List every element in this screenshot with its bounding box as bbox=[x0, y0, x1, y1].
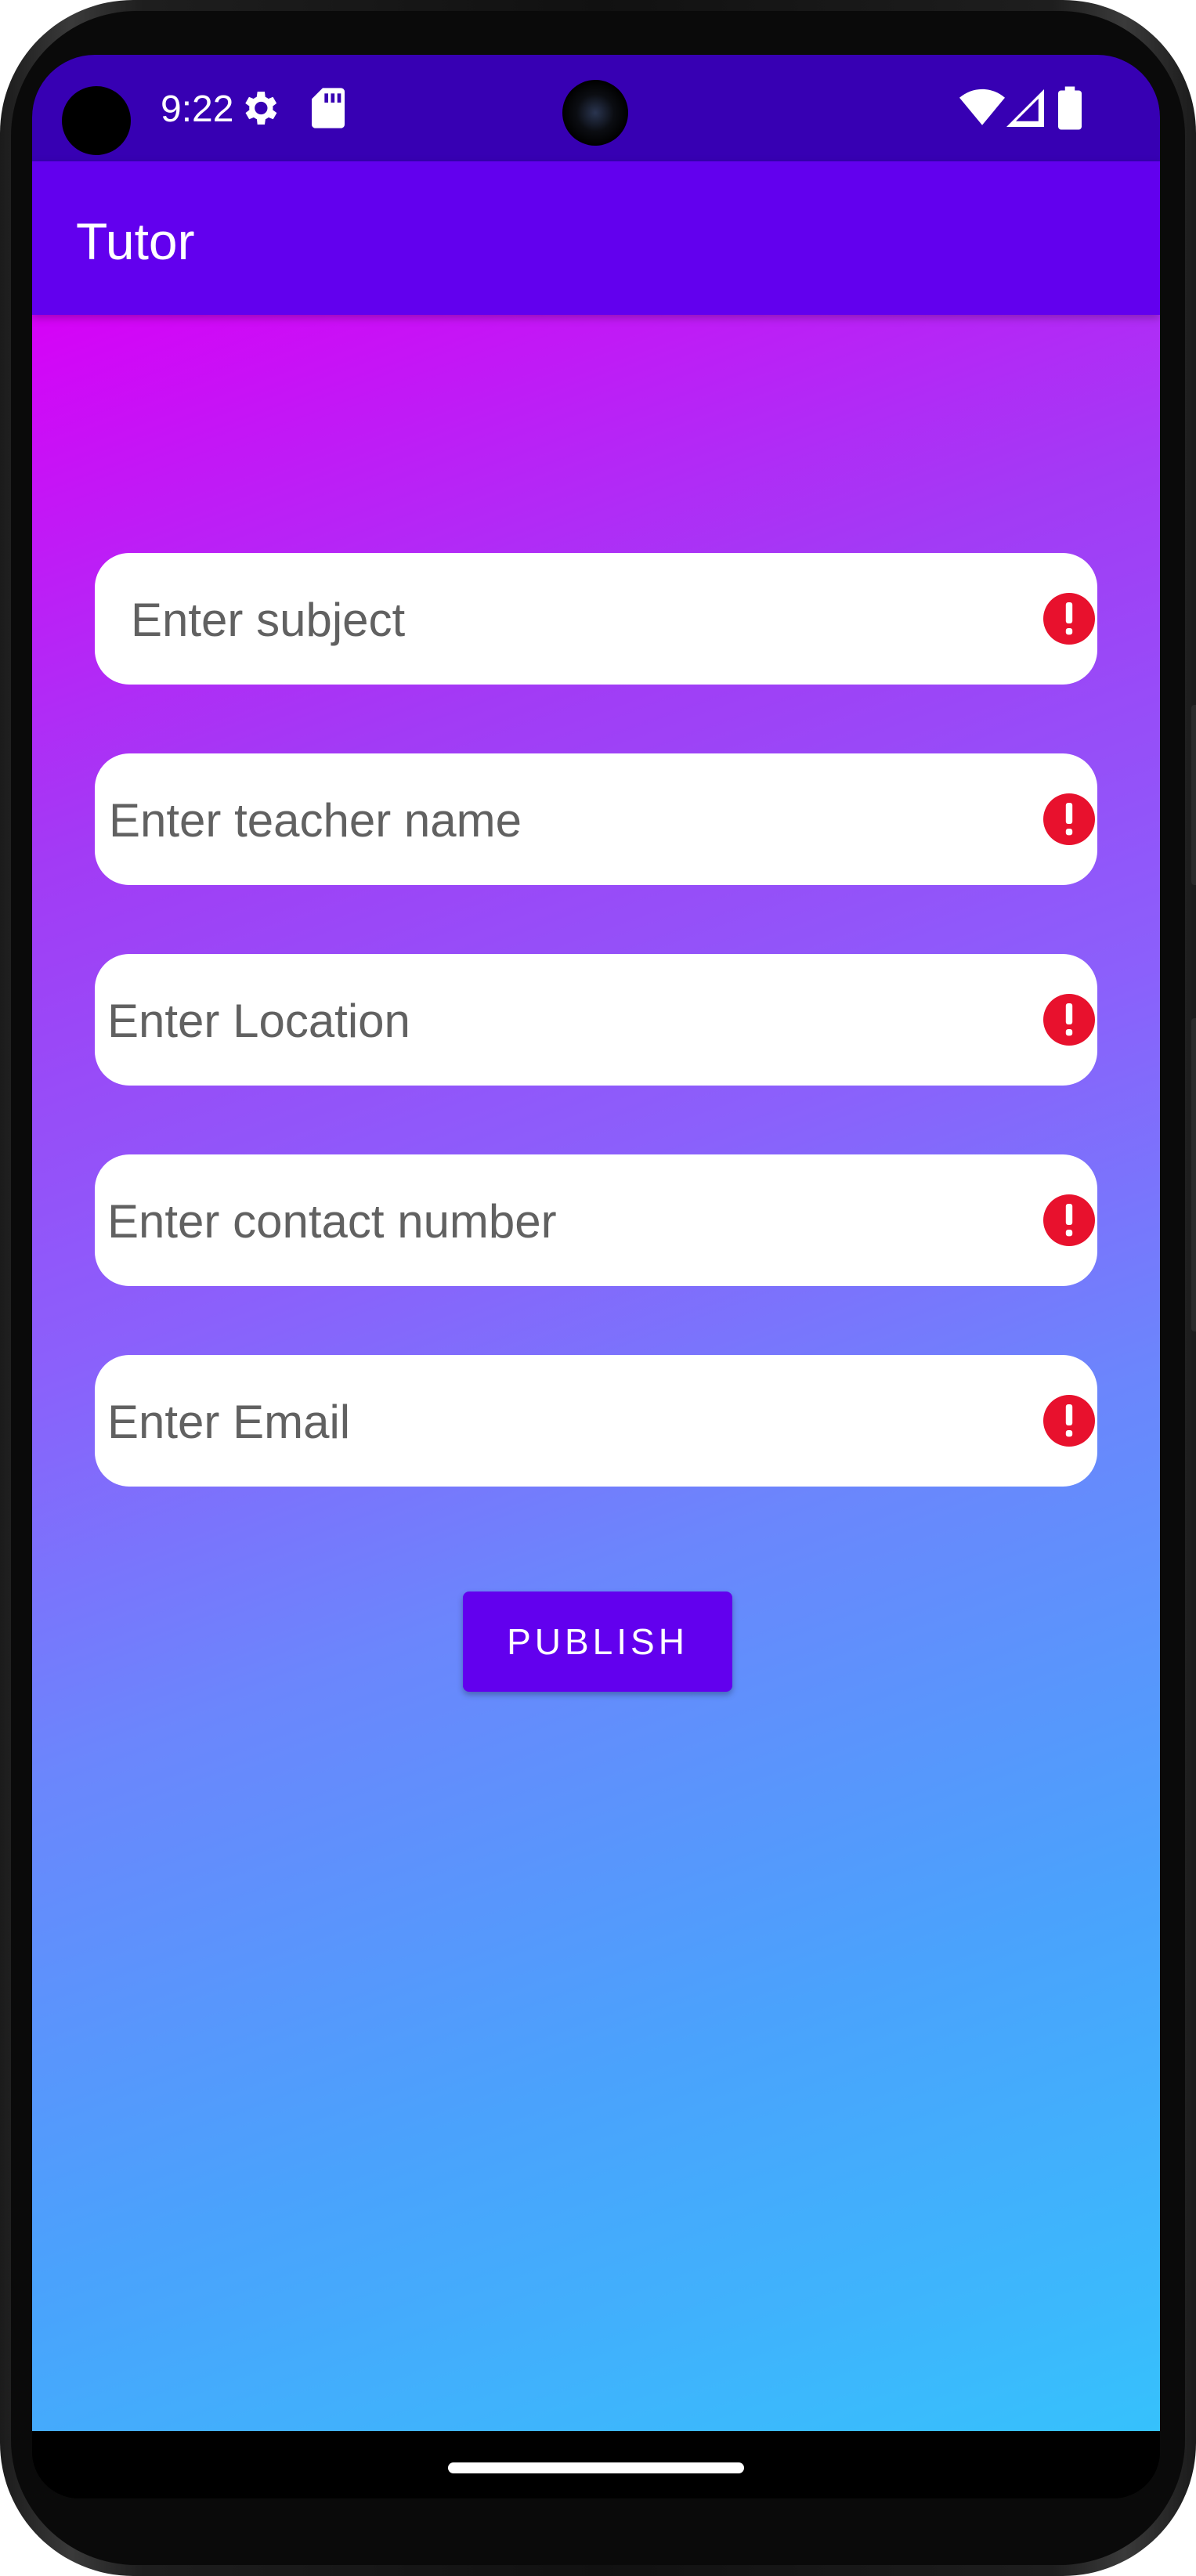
device-frame: 9:22 Tutor Enter subject Enter teacher n… bbox=[0, 0, 1196, 2576]
phone-screen: 9:22 Tutor Enter subject Enter teacher n… bbox=[32, 55, 1160, 2498]
status-bar: 9:22 bbox=[32, 55, 1160, 161]
wifi-icon bbox=[959, 89, 1005, 125]
contact-number-input[interactable]: Enter contact number bbox=[95, 1154, 1097, 1286]
volume-button bbox=[1191, 705, 1196, 885]
home-gesture-handle[interactable] bbox=[448, 2462, 744, 2473]
settings-gear-icon bbox=[245, 92, 277, 125]
error-icon bbox=[1043, 1395, 1095, 1447]
navigation-bar bbox=[32, 2431, 1160, 2498]
error-icon bbox=[1043, 994, 1095, 1046]
location-placeholder: Enter Location bbox=[107, 995, 410, 1047]
status-time: 9:22 bbox=[161, 89, 234, 130]
cellular-signal-icon bbox=[1006, 89, 1044, 127]
power-button bbox=[1191, 1018, 1196, 1331]
error-icon bbox=[1043, 593, 1095, 645]
email-placeholder: Enter Email bbox=[107, 1396, 351, 1448]
subject-input[interactable]: Enter subject bbox=[95, 553, 1097, 685]
contact-number-placeholder: Enter contact number bbox=[107, 1195, 557, 1248]
app-title: Tutor bbox=[76, 212, 195, 270]
app-bar: Tutor bbox=[32, 161, 1160, 315]
error-icon bbox=[1043, 793, 1095, 845]
sd-card-icon bbox=[312, 88, 345, 128]
error-icon bbox=[1043, 1194, 1095, 1246]
front-camera bbox=[562, 80, 628, 146]
camera-cutout bbox=[62, 86, 131, 155]
subject-placeholder: Enter subject bbox=[131, 594, 406, 646]
email-input[interactable]: Enter Email bbox=[95, 1355, 1097, 1487]
battery-icon bbox=[1058, 86, 1082, 130]
teacher-name-placeholder: Enter teacher name bbox=[109, 794, 522, 847]
location-input[interactable]: Enter Location bbox=[95, 954, 1097, 1086]
teacher-name-input[interactable]: Enter teacher name bbox=[95, 753, 1097, 885]
form-container: Enter subject Enter teacher name Enter L… bbox=[32, 315, 1160, 2431]
publish-button[interactable]: PUBLISH bbox=[463, 1591, 732, 1692]
